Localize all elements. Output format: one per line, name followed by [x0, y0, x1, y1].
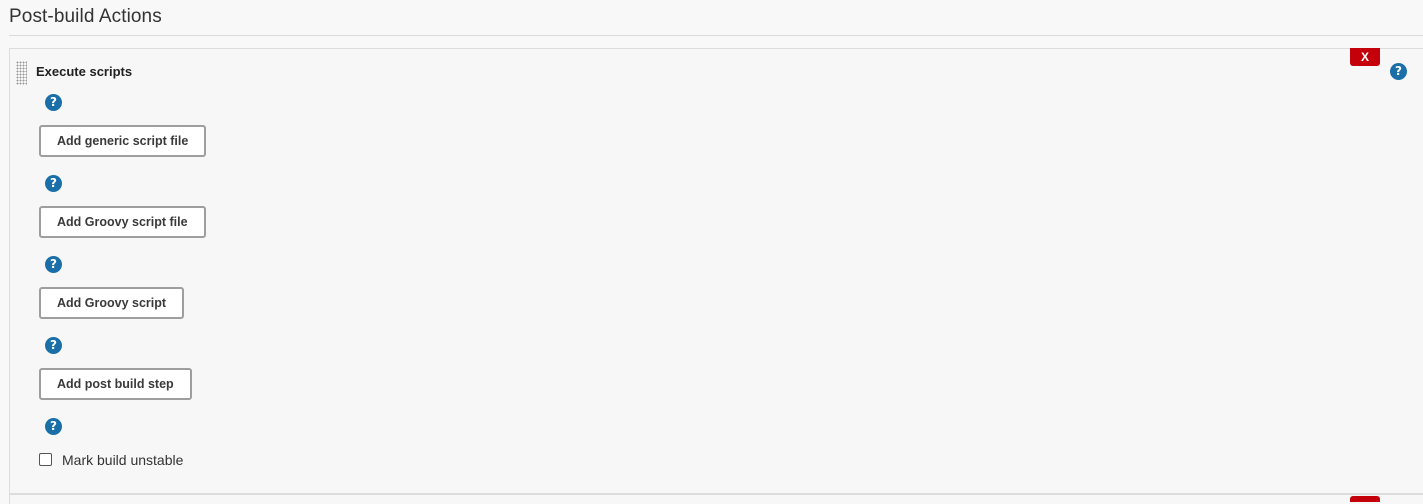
help-icon[interactable]: ? — [45, 256, 62, 273]
help-icon[interactable]: ? — [45, 337, 62, 354]
next-delete-button[interactable] — [1350, 496, 1380, 502]
block-title: Execute scripts — [36, 64, 133, 79]
mark-build-unstable-checkbox[interactable] — [39, 453, 52, 466]
section-title: Post-build Actions — [9, 6, 162, 27]
add-groovy-script-file-button[interactable]: Add Groovy script file — [39, 206, 206, 238]
help-icon[interactable]: ? — [45, 175, 62, 192]
drag-handle-icon[interactable] — [16, 61, 27, 85]
block-help-icon[interactable]: ? — [1390, 63, 1407, 80]
add-groovy-script-button[interactable]: Add Groovy script — [39, 287, 185, 319]
add-post-build-step-button[interactable]: Add post build step — [39, 368, 192, 400]
help-icon[interactable]: ? — [45, 94, 62, 111]
section-divider — [9, 35, 1423, 36]
next-block-edge — [9, 494, 1423, 504]
execute-scripts-block — [9, 48, 1423, 494]
help-icon[interactable]: ? — [45, 418, 62, 435]
add-generic-script-file-button[interactable]: Add generic script file — [39, 125, 207, 157]
mark-build-unstable-label: Mark build unstable — [62, 452, 184, 468]
delete-button[interactable]: X — [1350, 48, 1380, 66]
